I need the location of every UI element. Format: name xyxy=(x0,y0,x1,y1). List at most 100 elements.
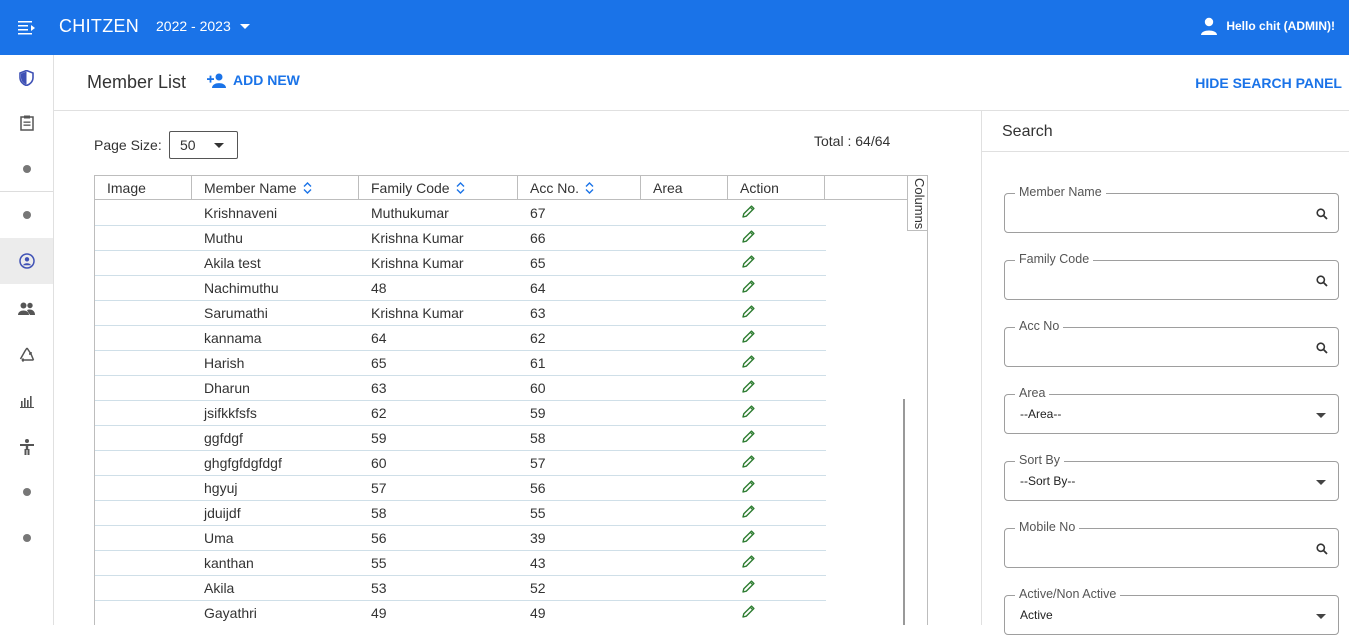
edit-button[interactable] xyxy=(741,429,756,449)
add-new-label: ADD NEW xyxy=(233,72,300,88)
sidebar-item-reports[interactable] xyxy=(0,378,53,424)
search-field-acc-no[interactable]: Acc No xyxy=(1004,319,1339,367)
search-field-active-non-active[interactable]: Active/Non Active Active xyxy=(1004,587,1339,635)
accessibility-icon xyxy=(19,439,34,455)
cell-family: 48 xyxy=(371,280,387,296)
edit-button[interactable] xyxy=(741,604,756,624)
add-new-button[interactable]: ADD NEW xyxy=(207,72,300,88)
table-scrollbar[interactable] xyxy=(903,399,905,625)
cell-name: Dharun xyxy=(204,380,250,396)
financial-year-select[interactable]: 2022 - 2023 xyxy=(156,18,250,34)
menu-toggle-button[interactable] xyxy=(0,0,53,55)
cell-family: 65 xyxy=(371,355,387,371)
edit-button[interactable] xyxy=(741,329,756,349)
cell-family: 56 xyxy=(371,530,387,546)
cell-acc: 55 xyxy=(530,505,546,521)
cell-family: 49 xyxy=(371,605,387,621)
dot-icon xyxy=(22,488,31,496)
edit-button[interactable] xyxy=(741,229,756,249)
pencil-icon xyxy=(742,305,755,318)
sidebar-item-dot-4[interactable] xyxy=(0,515,53,561)
sidebar-item-dot-2[interactable] xyxy=(0,192,53,238)
edit-button[interactable] xyxy=(741,279,756,299)
pencil-icon xyxy=(742,480,755,493)
search-icon xyxy=(1316,542,1328,560)
edit-button[interactable] xyxy=(741,579,756,599)
search-field-area[interactable]: Area --Area-- xyxy=(1004,386,1339,434)
table-row: Nachimuthu 48 64 xyxy=(95,276,826,301)
cell-acc: 62 xyxy=(530,330,546,346)
pencil-icon xyxy=(742,255,755,268)
table-row: Harish 65 61 xyxy=(95,351,826,376)
table-row: Sarumathi Krishna Kumar 63 xyxy=(95,301,826,326)
edit-button[interactable] xyxy=(741,529,756,549)
table-row: jduijdf 58 55 xyxy=(95,501,826,526)
edit-button[interactable] xyxy=(741,304,756,324)
sidebar-item-recycle[interactable] xyxy=(0,331,53,377)
search-icon xyxy=(1316,274,1328,292)
table-header: Image Member Name Family Code Acc No. Ar… xyxy=(95,176,907,200)
cell-acc: 66 xyxy=(530,230,546,246)
search-panel-title: Search xyxy=(1002,123,1053,140)
sidebar-item-dot-1[interactable] xyxy=(0,146,53,192)
sidebar-item-people[interactable] xyxy=(0,285,53,331)
sidebar-item-accessibility[interactable] xyxy=(0,424,53,470)
hide-search-panel-button[interactable]: HIDE SEARCH PANEL xyxy=(1195,75,1342,91)
cell-family: Krishna Kumar xyxy=(371,255,464,271)
search-field-family-code[interactable]: Family Code xyxy=(1004,252,1339,300)
table-row: kanthan 55 43 xyxy=(95,551,826,576)
sidebar xyxy=(0,55,54,625)
column-header-family-code[interactable]: Family Code xyxy=(359,176,518,200)
column-header-label: Area xyxy=(653,180,683,196)
pencil-icon xyxy=(742,605,755,618)
clipboard-icon xyxy=(19,115,34,131)
cell-family: 57 xyxy=(371,480,387,496)
pencil-icon xyxy=(742,430,755,443)
edit-button[interactable] xyxy=(741,404,756,424)
column-header-image: Image xyxy=(95,176,192,200)
search-field-sort-by[interactable]: Sort By --Sort By-- xyxy=(1004,453,1339,501)
column-header-area: Area xyxy=(641,176,728,200)
edit-button[interactable] xyxy=(741,379,756,399)
cell-name: Gayathri xyxy=(204,605,257,621)
page-header: Member List ADD NEW HIDE SEARCH PANEL xyxy=(54,55,1349,111)
edit-button[interactable] xyxy=(741,479,756,499)
app-title: CHITZEN xyxy=(59,16,140,36)
recycle-icon xyxy=(19,347,34,362)
edit-button[interactable] xyxy=(741,504,756,524)
user-icon xyxy=(1201,17,1218,35)
edit-button[interactable] xyxy=(741,204,756,224)
field-label: Area xyxy=(1015,386,1050,400)
cell-name: jduijdf xyxy=(204,505,241,521)
edit-button[interactable] xyxy=(741,354,756,374)
search-field-mobile-no[interactable]: Mobile No xyxy=(1004,520,1339,568)
cell-family: 58 xyxy=(371,505,387,521)
cell-acc: 64 xyxy=(530,280,546,296)
edit-button[interactable] xyxy=(741,254,756,274)
sort-icon xyxy=(456,182,465,194)
edit-button[interactable] xyxy=(741,554,756,574)
column-header-member-name[interactable]: Member Name xyxy=(192,176,359,200)
sidebar-item-dot-3[interactable] xyxy=(0,469,53,515)
sidebar-item-members[interactable] xyxy=(0,238,53,284)
search-field-member-name[interactable]: Member Name xyxy=(1004,185,1339,233)
cell-name: Uma xyxy=(204,530,234,546)
sidebar-item-clipboard[interactable] xyxy=(0,100,53,146)
user-menu[interactable]: Hello chit (ADMIN)! xyxy=(1200,17,1335,35)
cell-acc: 63 xyxy=(530,305,546,321)
table-row: Akila test Krishna Kumar 65 xyxy=(95,251,826,276)
cell-family: 64 xyxy=(371,330,387,346)
sidebar-item-shield[interactable] xyxy=(0,55,53,101)
columns-toggle-tab[interactable]: Columns xyxy=(907,176,927,231)
cell-name: Muthu xyxy=(204,230,243,246)
cell-name: Krishnaveni xyxy=(204,205,278,221)
page-size-label: Page Size: xyxy=(94,137,162,153)
search-panel-divider xyxy=(982,151,1349,152)
table-row: ggfdgf 59 58 xyxy=(95,426,826,451)
edit-button[interactable] xyxy=(741,454,756,474)
cell-family: Krishna Kumar xyxy=(371,305,464,321)
column-header-acc-no[interactable]: Acc No. xyxy=(518,176,641,200)
page-size-select[interactable]: 50 xyxy=(169,131,238,159)
field-label: Member Name xyxy=(1015,185,1106,199)
cell-family: 60 xyxy=(371,455,387,471)
